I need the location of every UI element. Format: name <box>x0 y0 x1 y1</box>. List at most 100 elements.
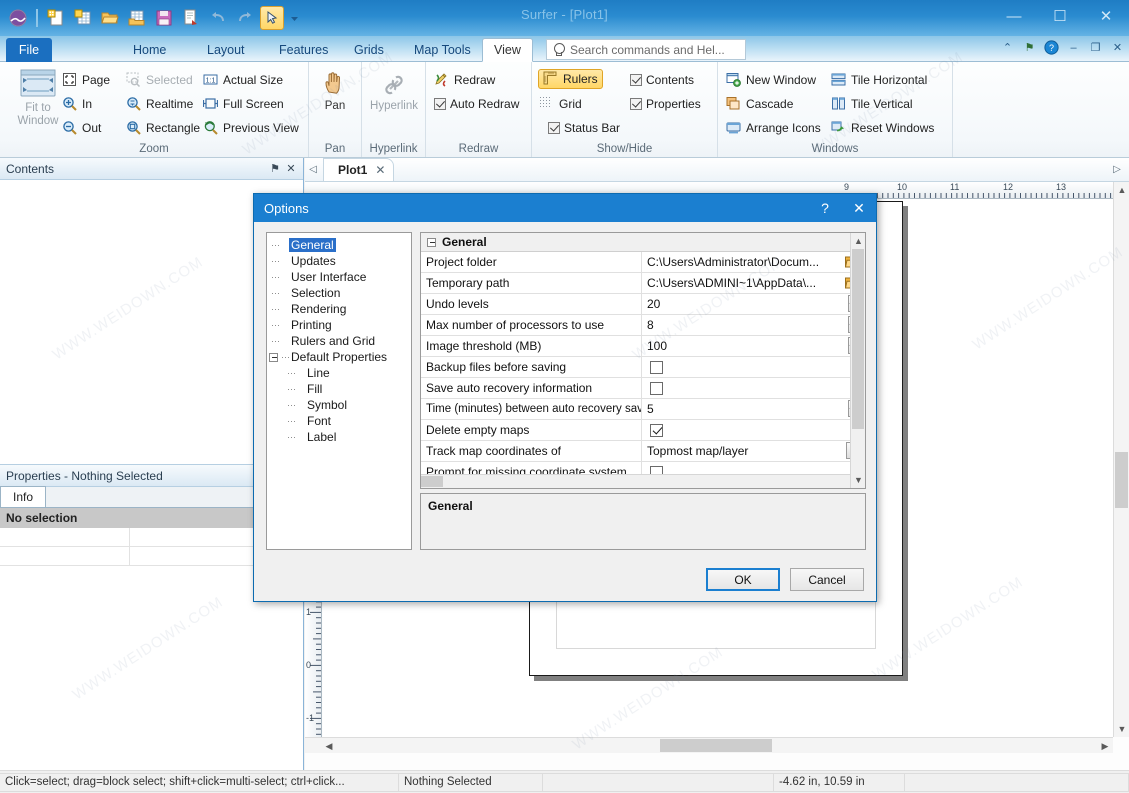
close-button[interactable]: ✕ <box>1083 0 1129 32</box>
property-value[interactable]: 20 ▲▼ <box>642 294 865 314</box>
cancel-button[interactable]: Cancel <box>790 568 864 591</box>
property-value[interactable] <box>642 420 865 440</box>
redraw-button[interactable]: Redraw <box>434 70 495 90</box>
property-value[interactable]: C:\Users\ADMINI~1\AppData\... <box>642 273 865 293</box>
scroll-up-arrow[interactable]: ▲ <box>1114 182 1129 198</box>
options-category-tree[interactable]: ⋯ General ⋯ Updates ⋯ User Interface ⋯ Selec… <box>266 232 412 550</box>
mdi-close-icon[interactable]: ✕ <box>1110 40 1125 55</box>
zoom-page-button[interactable]: Page <box>62 70 110 90</box>
contents-pin-icon[interactable]: ⚑ <box>267 161 283 177</box>
hyperlink-button[interactable]: Hyperlink <box>364 70 424 113</box>
fit-to-window-button[interactable]: Fit to Window <box>8 68 68 128</box>
previous-view-button[interactable]: Previous View <box>203 118 299 138</box>
property-row-project-folder[interactable]: Project folder C:\Users\Administrator\Do… <box>421 252 865 273</box>
auto-redraw-checkbox[interactable]: Auto Redraw <box>434 94 519 114</box>
tree-node-font[interactable]: ⋯ Font <box>267 413 411 429</box>
new-window-button[interactable]: New Window <box>726 70 816 90</box>
tree-collapse-icon[interactable] <box>269 352 278 362</box>
ok-button[interactable]: OK <box>706 568 780 591</box>
property-row-track-coordinates[interactable]: Track map coordinates of Topmost map/lay… <box>421 441 865 462</box>
pan-button[interactable]: Pan <box>305 70 365 113</box>
tree-node-updates[interactable]: ⋯ Updates <box>267 253 411 269</box>
maximize-button[interactable]: ☐ <box>1037 0 1083 32</box>
property-grid-horizontal-scrollbar[interactable] <box>421 474 850 488</box>
flag-icon[interactable]: ⚑ <box>1022 40 1037 55</box>
property-row-undo-levels[interactable]: Undo levels 20 ▲▼ <box>421 294 865 315</box>
pgrid-vertical-scroll-thumb[interactable] <box>852 249 864 429</box>
status-bar-checkbox[interactable]: Status Bar <box>548 118 620 138</box>
property-grid-vertical-scrollbar[interactable]: ▲ ▼ <box>850 233 865 488</box>
tile-vertical-button[interactable]: Tile Vertical <box>831 94 913 114</box>
tab-map-tools[interactable]: Map Tools <box>403 38 482 62</box>
actual-size-button[interactable]: 1:1 Actual Size <box>203 70 283 90</box>
tab-grids[interactable]: Grids <box>343 38 395 62</box>
search-input[interactable]: Search commands and Hel... <box>546 39 746 60</box>
property-row-image-threshold[interactable]: Image threshold (MB) 100 ▲▼ <box>421 336 865 357</box>
zoom-in-button[interactable]: In <box>62 94 92 114</box>
zoom-selected-button[interactable]: Selected <box>126 70 193 90</box>
contents-checkbox[interactable]: Contents <box>630 70 694 90</box>
property-row-auto-recovery[interactable]: Save auto recovery information <box>421 378 865 399</box>
tree-node-user-interface[interactable]: ⋯ User Interface <box>267 269 411 285</box>
scroll-left-arrow[interactable]: ◀ <box>321 738 337 754</box>
save-auto-recovery-checkbox[interactable] <box>650 381 663 395</box>
property-row-backup-files[interactable]: Backup files before saving <box>421 357 865 378</box>
doc-tab-prev-icon[interactable]: ◁ <box>305 159 321 181</box>
scroll-right-arrow[interactable]: ▶ <box>1097 738 1113 754</box>
property-value[interactable]: Topmost map/layer ▼ <box>642 441 865 461</box>
property-value[interactable]: C:\Users\Administrator\Docum... <box>642 252 865 272</box>
zoom-out-button[interactable]: Out <box>62 118 101 138</box>
rulers-toggle[interactable]: Rulers <box>538 69 603 89</box>
tab-info[interactable]: Info <box>0 486 47 507</box>
document-tab-close-icon[interactable]: ✕ <box>375 163 385 177</box>
backup-files-checkbox[interactable] <box>650 360 663 374</box>
tab-file[interactable]: File <box>6 38 52 62</box>
reset-windows-button[interactable]: Reset Windows <box>831 118 934 138</box>
doc-tab-next-icon[interactable]: ▷ <box>1109 159 1125 181</box>
property-row-recovery-interval[interactable]: Time (minutes) between auto recovery sav… <box>421 399 865 420</box>
tree-node-printing[interactable]: ⋯ Printing <box>267 317 411 333</box>
tab-view[interactable]: View <box>482 38 533 62</box>
tree-node-symbol[interactable]: ⋯ Symbol <box>267 397 411 413</box>
property-grid-header[interactable]: General <box>421 233 865 252</box>
minimize-button[interactable]: — <box>991 0 1037 32</box>
help-icon[interactable]: ? <box>1044 40 1059 55</box>
tab-features[interactable]: Features <box>268 38 339 62</box>
tab-layout[interactable]: Layout <box>196 38 256 62</box>
tree-node-general[interactable]: ⋯ General <box>267 237 411 253</box>
pgrid-horizontal-scroll-thumb[interactable] <box>421 476 443 487</box>
tree-node-label[interactable]: ⋯ Label <box>267 429 411 445</box>
canvas-horizontal-scrollbar[interactable]: ◀ ▶ <box>305 737 1113 753</box>
canvas-vertical-scrollbar[interactable]: ▲ ▼ <box>1113 182 1129 737</box>
horizontal-scroll-thumb[interactable] <box>660 739 772 752</box>
mdi-restore-icon[interactable]: ❐ <box>1088 40 1103 55</box>
grid-toggle[interactable]: Grid <box>539 94 582 114</box>
property-value[interactable]: 8 ▲▼ <box>642 315 865 335</box>
options-close-icon[interactable]: ✕ <box>842 194 876 222</box>
property-row-delete-empty-maps[interactable]: Delete empty maps <box>421 420 865 441</box>
zoom-realtime-button[interactable]: Realtime <box>126 94 193 114</box>
scroll-down-arrow[interactable]: ▼ <box>1114 721 1129 737</box>
tile-horizontal-button[interactable]: Tile Horizontal <box>831 70 927 90</box>
zoom-rectangle-button[interactable]: Rectangle <box>126 118 200 138</box>
property-value[interactable]: 5 ▲▼ <box>642 399 865 419</box>
delete-empty-maps-checkbox[interactable] <box>650 423 663 437</box>
document-tab-plot1[interactable]: Plot1 ✕ <box>323 158 395 181</box>
contents-close-icon[interactable]: ✕ <box>283 161 299 177</box>
tree-node-fill[interactable]: ⋯ Fill <box>267 381 411 397</box>
options-help-icon[interactable]: ? <box>808 194 842 222</box>
property-row-temporary-path[interactable]: Temporary path C:\Users\ADMINI~1\AppData… <box>421 273 865 294</box>
property-value[interactable]: 100 ▲▼ <box>642 336 865 356</box>
cascade-button[interactable]: Cascade <box>726 94 793 114</box>
properties-checkbox[interactable]: Properties <box>630 94 701 114</box>
arrange-icons-button[interactable]: Arrange Icons <box>726 118 821 138</box>
vertical-scroll-thumb[interactable] <box>1115 452 1128 508</box>
mdi-minimize-icon[interactable]: – <box>1066 40 1081 55</box>
tree-node-rulers-and-grid[interactable]: ⋯ Rulers and Grid <box>267 333 411 349</box>
full-screen-button[interactable]: Full Screen <box>202 94 284 114</box>
tree-node-default-properties[interactable]: ⋯ Default Properties <box>267 349 411 365</box>
group-collapse-icon[interactable] <box>427 237 436 247</box>
property-value[interactable] <box>642 357 865 377</box>
tree-node-rendering[interactable]: ⋯ Rendering <box>267 301 411 317</box>
property-value[interactable] <box>642 378 865 398</box>
